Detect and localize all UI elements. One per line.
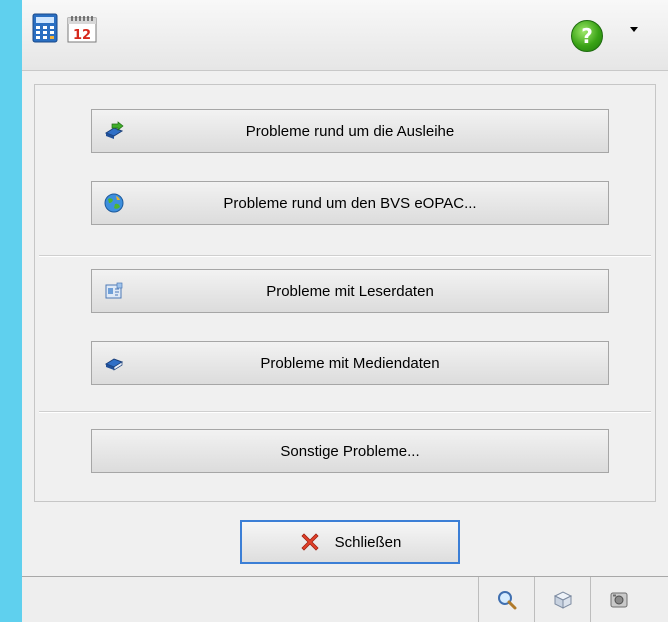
reader-card-icon — [104, 281, 124, 301]
eopac-problems-button[interactable]: Probleme rund um den BVS eOPAC... — [91, 181, 609, 225]
close-button[interactable]: Schließen — [240, 520, 460, 564]
camera-icon[interactable] — [590, 577, 647, 622]
eopac-problems-label: Probleme rund um den BVS eOPAC... — [223, 194, 477, 212]
chevron-down-icon[interactable] — [630, 27, 638, 32]
globe-icon — [104, 193, 124, 213]
calendar-icon[interactable]: 12 — [66, 12, 97, 44]
box-icon[interactable] — [534, 577, 591, 622]
calendar-day: 12 — [73, 28, 91, 43]
help-icon[interactable]: ? — [571, 20, 603, 52]
separator — [39, 255, 651, 257]
other-problems-button[interactable]: Sonstige Probleme... — [91, 429, 609, 473]
book-arrow-icon — [104, 121, 124, 141]
statusbar — [22, 576, 668, 622]
media-data-problems-label: Probleme mit Mediendaten — [260, 354, 440, 372]
calculator-icon[interactable] — [30, 12, 60, 44]
media-data-problems-button[interactable]: Probleme mit Mediendaten — [91, 341, 609, 385]
problem-dialog: 12 ? Probleme rund um die Ausleihe Probl… — [22, 0, 668, 622]
problem-panel: Probleme rund um die Ausleihe Probleme r… — [34, 84, 656, 502]
help-symbol: ? — [581, 24, 593, 48]
close-icon — [299, 531, 321, 553]
reader-data-problems-label: Probleme mit Leserdaten — [266, 282, 434, 300]
other-problems-label: Sonstige Probleme... — [280, 442, 420, 460]
book-icon — [104, 353, 124, 373]
separator — [39, 411, 651, 413]
toolbar: 12 ? — [22, 0, 668, 71]
reader-data-problems-button[interactable]: Probleme mit Leserdaten — [91, 269, 609, 313]
close-label: Schließen — [334, 533, 402, 551]
loans-problems-button[interactable]: Probleme rund um die Ausleihe — [91, 109, 609, 153]
magnifier-icon[interactable] — [478, 577, 535, 622]
loans-problems-label: Probleme rund um die Ausleihe — [245, 122, 455, 140]
